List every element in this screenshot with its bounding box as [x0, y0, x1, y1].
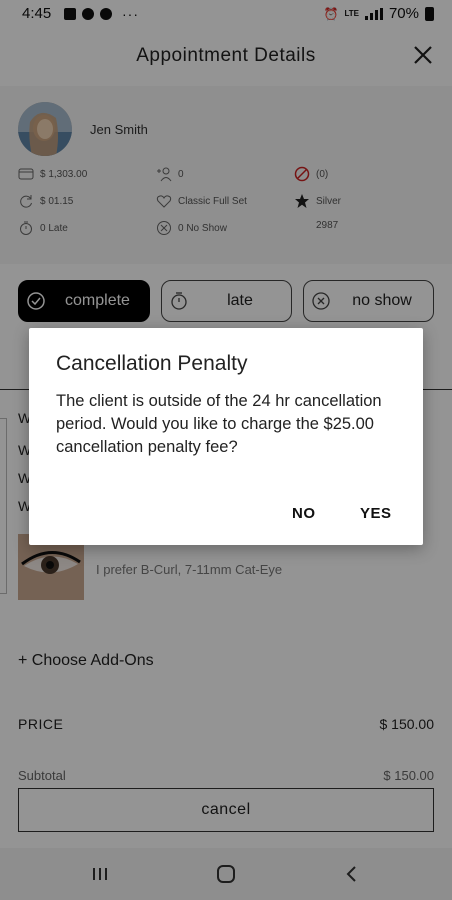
cancellation-penalty-dialog: Cancellation Penalty The client is outsi…: [29, 328, 423, 545]
yes-button[interactable]: YES: [360, 505, 392, 522]
no-button[interactable]: NO: [292, 505, 316, 522]
dialog-message: The client is outside of the 24 hr cance…: [56, 392, 382, 456]
dialog-title: Cancellation Penalty: [56, 352, 248, 375]
